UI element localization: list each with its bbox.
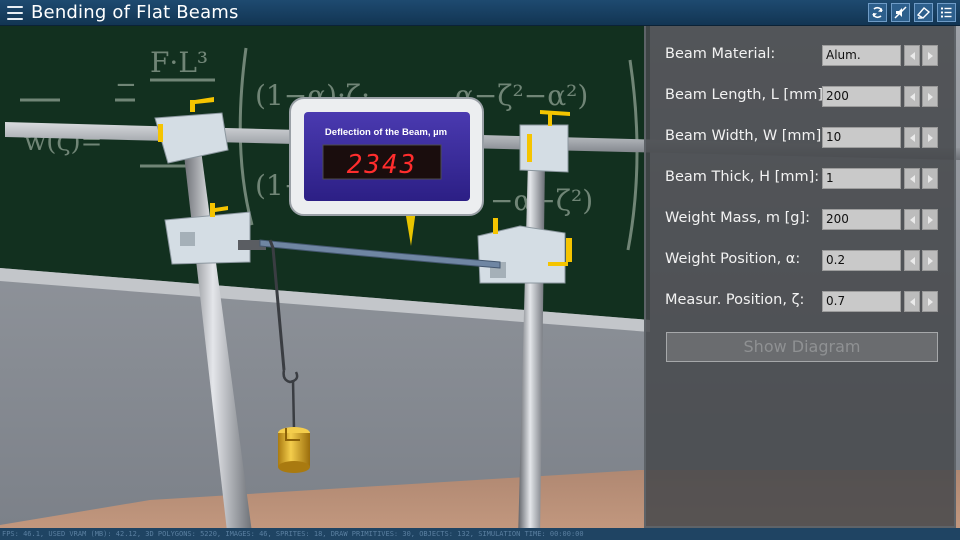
decrease-arrow-icon[interactable] bbox=[904, 127, 920, 148]
param-label: Beam Width, W [mm]: bbox=[665, 128, 827, 144]
increase-arrow-icon[interactable] bbox=[922, 168, 938, 189]
view-angle-icon[interactable] bbox=[914, 3, 933, 22]
param-row-weight-position: Weight Position, α: 0.2 bbox=[646, 250, 956, 272]
param-label: Weight Mass, m [g]: bbox=[665, 210, 810, 226]
param-value-field[interactable]: Alum. bbox=[822, 45, 901, 66]
param-label: Beam Length, L [mm]: bbox=[665, 87, 828, 103]
param-row-width: Beam Width, W [mm]: 10 bbox=[646, 127, 956, 149]
toolbar bbox=[868, 3, 956, 22]
parameters-panel: Beam Material: Alum. Beam Length, L [mm]… bbox=[644, 26, 956, 528]
reset-icon[interactable] bbox=[868, 3, 887, 22]
chalk-minus: − bbox=[115, 70, 137, 100]
param-label: Measur. Position, ζ: bbox=[665, 292, 805, 308]
param-value-field[interactable]: 1 bbox=[822, 168, 901, 189]
increase-arrow-icon[interactable] bbox=[922, 45, 938, 66]
increase-arrow-icon[interactable] bbox=[922, 291, 938, 312]
app-title: Bending of Flat Beams bbox=[31, 2, 239, 23]
sound-off-icon[interactable] bbox=[891, 3, 910, 22]
increase-arrow-icon[interactable] bbox=[922, 250, 938, 271]
decrease-arrow-icon[interactable] bbox=[904, 168, 920, 189]
param-label: Beam Material: bbox=[665, 46, 776, 62]
param-row-length: Beam Length, L [mm]: 200 bbox=[646, 86, 956, 108]
gauge-reading: 2343 bbox=[347, 150, 418, 180]
chalk-fl3: F·L³ bbox=[150, 46, 208, 79]
param-value-field[interactable]: 200 bbox=[822, 86, 901, 107]
param-value-field[interactable]: 10 bbox=[822, 127, 901, 148]
param-value-field[interactable]: 200 bbox=[822, 209, 901, 230]
gauge-title: Deflection of the Beam, µm bbox=[325, 127, 447, 138]
increase-arrow-icon[interactable] bbox=[922, 209, 938, 230]
param-row-material: Beam Material: Alum. bbox=[646, 45, 956, 67]
increase-arrow-icon[interactable] bbox=[922, 86, 938, 107]
settings-list-icon[interactable] bbox=[937, 3, 956, 22]
decrease-arrow-icon[interactable] bbox=[904, 209, 920, 230]
decrease-arrow-icon[interactable] bbox=[904, 45, 920, 66]
menu-icon[interactable] bbox=[5, 4, 25, 22]
title-bar: Bending of Flat Beams bbox=[0, 0, 960, 26]
param-label: Weight Position, α: bbox=[665, 251, 801, 267]
param-row-mass: Weight Mass, m [g]: 200 bbox=[646, 209, 956, 231]
param-value-field[interactable]: 0.2 bbox=[822, 250, 901, 271]
param-label: Beam Thick, H [mm]: bbox=[665, 169, 820, 185]
decrease-arrow-icon[interactable] bbox=[904, 86, 920, 107]
decrease-arrow-icon[interactable] bbox=[904, 291, 920, 312]
param-value-field[interactable]: 0.7 bbox=[822, 291, 901, 312]
increase-arrow-icon[interactable] bbox=[922, 127, 938, 148]
show-diagram-button[interactable]: Show Diagram bbox=[666, 332, 938, 362]
param-row-thickness: Beam Thick, H [mm]: 1 bbox=[646, 168, 956, 190]
param-row-measure-position: Measur. Position, ζ: 0.7 bbox=[646, 291, 956, 313]
status-bar: FPS: 46.1, USED VRAM (MB): 42.12, 3D POL… bbox=[0, 528, 960, 540]
decrease-arrow-icon[interactable] bbox=[904, 250, 920, 271]
